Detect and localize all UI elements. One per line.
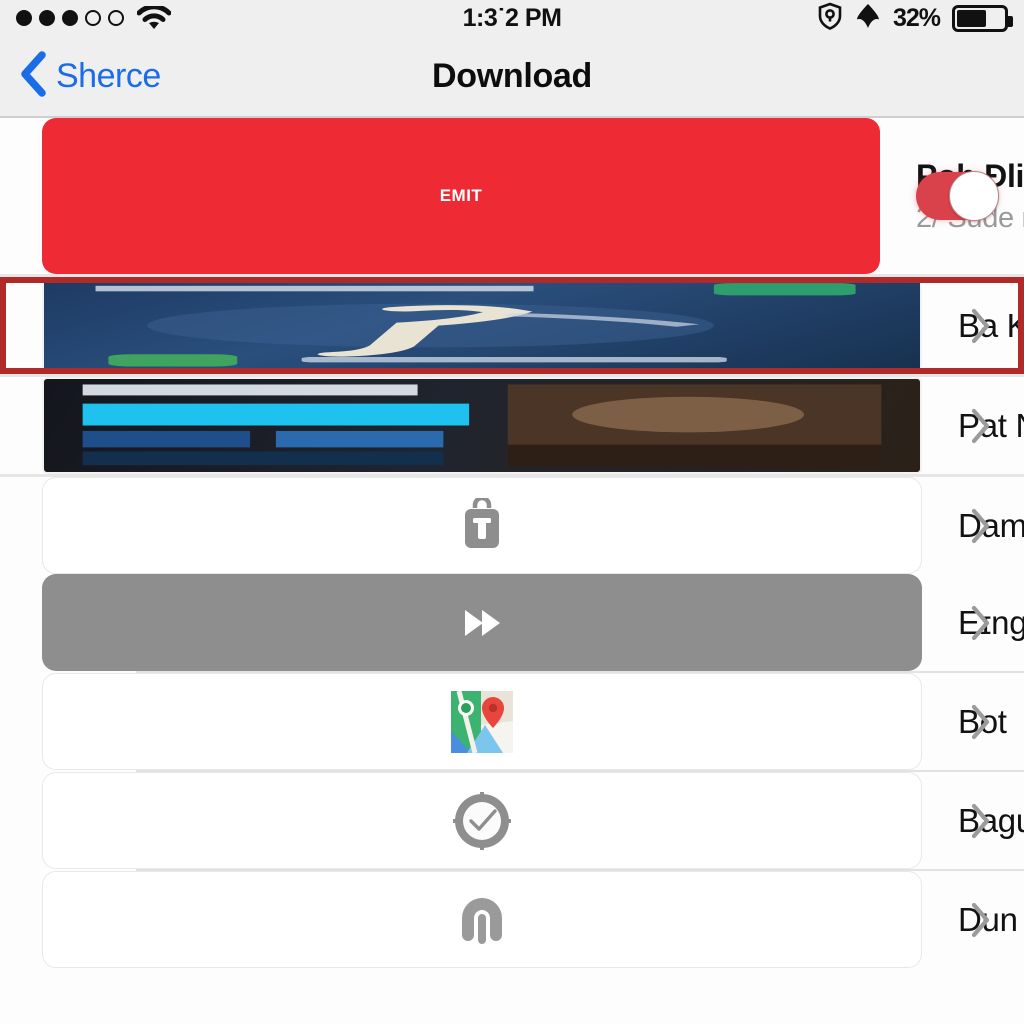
photo-thumbnail-icon — [42, 277, 922, 374]
battery-percentage: 32% — [892, 3, 941, 32]
briefcase-lock-icon — [42, 477, 922, 574]
list-item[interactable]: Bot — [0, 673, 1024, 770]
back-button-label: Sherce — [56, 56, 161, 95]
chevron-right-icon — [970, 604, 992, 642]
chevron-right-icon — [970, 802, 992, 840]
chevron-right-icon — [970, 703, 992, 741]
list-item[interactable]: Damaɲa — [0, 477, 1024, 574]
chevron-right-icon — [970, 507, 992, 545]
chevron-left-icon — [18, 50, 48, 103]
fast-forward-icon — [42, 574, 922, 671]
chevron-right-icon — [970, 307, 992, 345]
list-group: Pat Ngh — [0, 377, 1024, 474]
highlighted-row-container[interactable]: Ba Ko Con Nghe — [0, 277, 1024, 374]
media-thumbnail-icon — [42, 377, 922, 474]
list-group: EMIT Pọh Ɖlis (Mia) ✶ɼíd Riàl) 2/ Sude ʟ… — [0, 118, 1024, 274]
maps-pin-icon — [42, 673, 922, 770]
status-bar-right: 32% — [817, 2, 1013, 35]
navigation-bar: Sherce Download — [0, 36, 1024, 118]
headphones-icon — [42, 871, 922, 968]
back-button[interactable]: Sherce — [0, 50, 161, 103]
clock-check-icon — [42, 772, 922, 869]
list-item[interactable]: Bagurse — [0, 772, 1024, 869]
chevron-right-icon — [970, 901, 992, 939]
list-group: Damaɲa Eɪngar — [0, 477, 1024, 968]
chevron-right-icon — [970, 407, 992, 445]
list-item[interactable]: Pat Ngh — [0, 377, 1024, 474]
settings-list: EMIT Pọh Ɖlis (Mia) ✶ɼíd Riàl) 2/ Sude ʟ… — [0, 118, 1024, 968]
battery-icon — [952, 4, 1013, 32]
rotation-lock-icon — [817, 2, 843, 35]
status-bar: 1:3˙2 PM 32% — [0, 0, 1024, 36]
list-item[interactable]: Dun — [0, 871, 1024, 968]
list-item[interactable]: Ba Ko Con Nghe — [0, 277, 1024, 374]
location-arrow-icon — [855, 2, 881, 35]
row-toggle-switch[interactable] — [916, 171, 999, 221]
list-item[interactable]: Eɪngar — [0, 574, 1024, 671]
toggle-knob — [949, 171, 999, 221]
list-item[interactable]: EMIT Pọh Ɖlis (Mia) ✶ɼíd Riàl) 2/ Sude ʟ… — [0, 118, 1024, 274]
emit-app-icon: EMIT — [42, 118, 880, 274]
